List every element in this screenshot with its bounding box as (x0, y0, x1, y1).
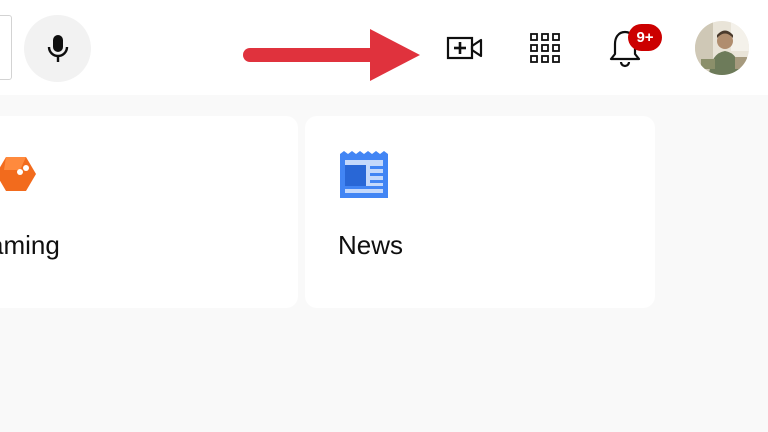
video-create-icon (446, 36, 483, 60)
category-card-news[interactable]: News (305, 116, 655, 308)
annotation-arrow-icon (243, 29, 420, 81)
notification-count-badge: 9+ (628, 24, 662, 51)
voice-search-button[interactable] (24, 15, 91, 82)
news-icon (340, 151, 388, 198)
avatar[interactable] (695, 21, 749, 75)
user-avatar-image (695, 21, 749, 75)
apps-button[interactable] (517, 20, 573, 76)
search-input[interactable] (0, 15, 12, 80)
create-button[interactable] (437, 20, 493, 76)
apps-grid-icon (530, 33, 560, 63)
card-label-gaming: aming (0, 230, 60, 260)
top-bar: 9+ (0, 0, 768, 95)
microphone-icon (47, 34, 68, 62)
category-card-gaming[interactable]: aming (0, 116, 298, 308)
card-label-news: News (338, 230, 404, 260)
gaming-icon (0, 157, 36, 191)
